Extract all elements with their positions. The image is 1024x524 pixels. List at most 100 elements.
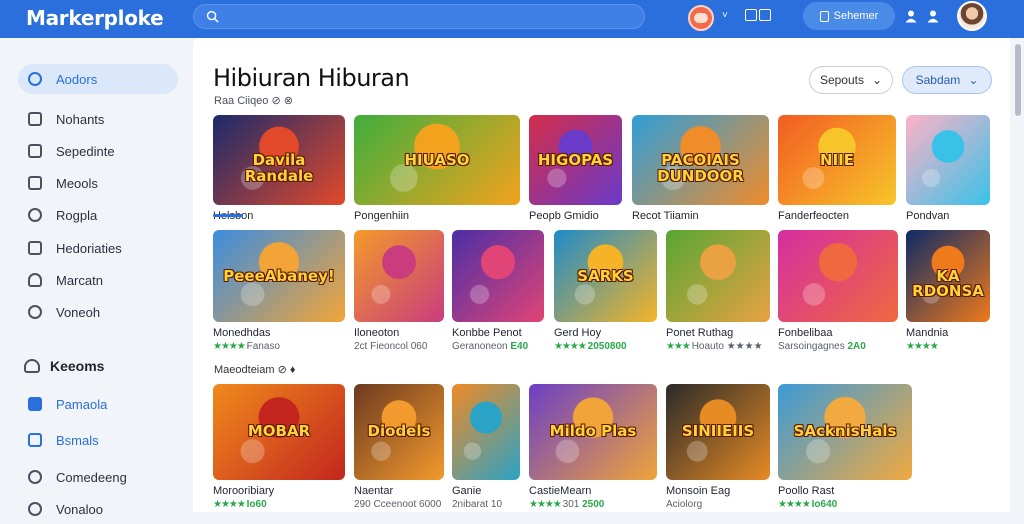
- group-icon[interactable]: [926, 9, 940, 23]
- sidebar-item-label: Hedoriaties: [56, 240, 122, 256]
- check-circle-icon: [28, 208, 42, 222]
- sidebar-item-aodors[interactable]: Aodors: [18, 64, 178, 94]
- game-card[interactable]: Diodels Naentar 290 Cceenoot 6000: [354, 384, 444, 518]
- app-logo[interactable]: Markerploke: [26, 6, 164, 30]
- game-name[interactable]: Pongenhiin: [354, 210, 409, 222]
- grid-icon: [28, 112, 42, 126]
- game-name[interactable]: Iloneoton: [354, 327, 399, 339]
- game-name[interactable]: Monsoin Eag: [666, 485, 730, 497]
- game-name[interactable]: Fonbelibaa: [778, 327, 832, 339]
- game-card[interactable]: MOBAR Morooribiary ★★★★ Io60: [213, 384, 345, 518]
- top-bar: Markerploke ˅ Sehemer: [0, 0, 1024, 38]
- game-card[interactable]: Davila RandaleHelsbon: [213, 115, 345, 243]
- sidebar-item-comedeeng[interactable]: Comedeeng: [18, 462, 178, 492]
- sidebar-item-pamaola[interactable]: Pamaola: [18, 389, 178, 419]
- game-name[interactable]: Poollo Rast: [778, 485, 834, 497]
- game-card[interactable]: SINIIEIIS Monsoin Eag Aciolorg: [666, 384, 770, 518]
- game-thumbnail[interactable]: HIUASO: [354, 115, 520, 205]
- sidebar-item-label: Sepedinte: [56, 143, 115, 159]
- game-name[interactable]: Pondvan: [906, 210, 949, 222]
- game-thumbnail[interactable]: [778, 230, 898, 322]
- game-thumbnail[interactable]: SINIIEIIS: [666, 384, 770, 480]
- sidebar-item-voneoh[interactable]: Voneoh: [18, 297, 178, 327]
- game-card[interactable]: NIIE Fanderfeocten: [778, 115, 896, 243]
- chevron-down-icon[interactable]: ˅: [722, 10, 728, 21]
- mascot-avatar-icon[interactable]: [688, 5, 714, 31]
- game-card[interactable]: HIGOPAS Peopb Gmidio: [529, 115, 622, 243]
- game-thumbnail[interactable]: PACOIAIS DUNDOOR: [632, 115, 769, 205]
- sidebar-item-label: Meools: [56, 175, 98, 191]
- game-name[interactable]: Konbbe Penot: [452, 327, 522, 339]
- game-thumbnail[interactable]: [666, 230, 770, 322]
- game-card[interactable]: SARKS Gerd Hoy ★★★★ 2050800: [554, 230, 657, 360]
- game-name[interactable]: Peopb Gmidio: [529, 210, 599, 222]
- scrollbar-thumb[interactable]: [1015, 44, 1021, 116]
- view-toggle-icon[interactable]: [745, 9, 771, 21]
- sidebar-item-label: Bsmals: [56, 432, 99, 448]
- game-thumbnail[interactable]: Davila Randale: [213, 115, 345, 205]
- game-thumbnail[interactable]: Mildo Plas: [529, 384, 657, 480]
- sidebar-item-bsmals[interactable]: Bsmals: [18, 425, 178, 455]
- game-thumbnail[interactable]: SARKS: [554, 230, 657, 322]
- game-thumbnail[interactable]: [906, 115, 990, 205]
- game-card[interactable]: SAcknisHals Poollo Rast ★★★★ Io640: [778, 384, 912, 518]
- gamepad-icon: [24, 359, 40, 373]
- sidebar-item-sepedinte[interactable]: Sepedinte: [18, 136, 178, 166]
- game-artwork: [354, 230, 444, 322]
- sidebar-item-rogpla[interactable]: Rogpla: [18, 200, 178, 230]
- game-name[interactable]: Fanderfeocten: [778, 210, 849, 222]
- game-thumbnail[interactable]: [354, 230, 444, 322]
- circle-icon: [28, 502, 42, 516]
- game-thumbnail[interactable]: [452, 230, 544, 322]
- filter-dropdown[interactable]: Sabdam ⌄: [902, 66, 992, 94]
- game-card[interactable]: Fonbelibaa Sarsoingagnes 2A0: [778, 230, 898, 360]
- search-input[interactable]: [227, 9, 627, 24]
- main-panel: Hibiuran Hiburan Raa Ciiqeo ⊘ ⊗ Sepouts …: [193, 38, 1010, 512]
- game-name[interactable]: Morooribiary: [213, 485, 274, 497]
- game-name[interactable]: CastieMearn: [529, 485, 591, 497]
- user-icon[interactable]: [904, 9, 918, 23]
- sidebar-item-marcatn[interactable]: Marcatn: [18, 265, 178, 295]
- sidebar-item-hedoriaties[interactable]: Hedoriaties: [18, 233, 178, 263]
- game-thumbnail[interactable]: PeeeAbaney!: [213, 230, 345, 322]
- game-thumbnail[interactable]: MOBAR: [213, 384, 345, 480]
- game-logo-text: Diodels: [367, 422, 431, 441]
- search-bar[interactable]: [193, 4, 645, 29]
- game-name[interactable]: Ganie: [452, 485, 481, 497]
- game-thumbnail[interactable]: HIGOPAS: [529, 115, 622, 205]
- sidebar-item-vonaloo[interactable]: Vonaloo: [18, 494, 178, 524]
- game-card[interactable]: Ganie 2nibarat 10: [452, 384, 520, 518]
- game-name[interactable]: Mandnia: [906, 327, 948, 339]
- game-name[interactable]: Monedhdas: [213, 327, 271, 339]
- game-thumbnail[interactable]: Diodels: [354, 384, 444, 480]
- sidebar-item-label: Rogpla: [56, 207, 98, 223]
- sidebar: Aodors Nohants Sepedinte Meools Rogpla H…: [0, 38, 193, 517]
- topbar-action-button[interactable]: Sehemer: [803, 2, 895, 30]
- game-thumbnail[interactable]: SAcknisHals: [778, 384, 912, 480]
- game-card[interactable]: Pondvan: [906, 115, 990, 243]
- game-card[interactable]: HIUASO Pongenhiin: [354, 115, 520, 243]
- game-card[interactable]: PeeeAbaney! Monedhdas ★★★★ Fanaso: [213, 230, 345, 360]
- home-icon: [28, 144, 42, 158]
- game-thumbnail[interactable]: NIIE: [778, 115, 896, 205]
- game-thumbnail[interactable]: KA RDONSA: [906, 230, 990, 322]
- game-thumbnail[interactable]: [452, 384, 520, 480]
- game-name[interactable]: Ponet Ruthag: [666, 327, 733, 339]
- game-card[interactable]: Mildo Plas CastieMearn ★★★★ 301 2500: [529, 384, 657, 518]
- app-icon: [28, 397, 42, 411]
- game-card[interactable]: Ponet Ruthag ★★★ Hoauto ★★★★: [666, 230, 770, 360]
- sidebar-item-nohants[interactable]: Nohants: [18, 104, 178, 134]
- home-icon: [28, 433, 42, 447]
- game-name[interactable]: Naentar: [354, 485, 393, 497]
- sidebar-item-label: Voneoh: [56, 304, 101, 320]
- sidebar-item-meools[interactable]: Meools: [18, 168, 178, 198]
- game-card[interactable]: Iloneoton 2ct Fieoncol 060: [354, 230, 444, 360]
- game-name[interactable]: Gerd Hoy: [554, 327, 601, 339]
- sort-dropdown[interactable]: Sepouts ⌄: [809, 66, 893, 94]
- game-name[interactable]: Recot Tiiamin: [632, 210, 699, 222]
- game-card[interactable]: Konbbe Penot Geranoneon E40: [452, 230, 544, 360]
- game-meta: ★★★ Hoauto ★★★★: [666, 341, 763, 352]
- profile-avatar[interactable]: [957, 1, 987, 31]
- game-card[interactable]: PACOIAIS DUNDOOR Recot Tiiamin: [632, 115, 769, 243]
- game-card[interactable]: KA RDONSA Mandnia ★★★★: [906, 230, 990, 360]
